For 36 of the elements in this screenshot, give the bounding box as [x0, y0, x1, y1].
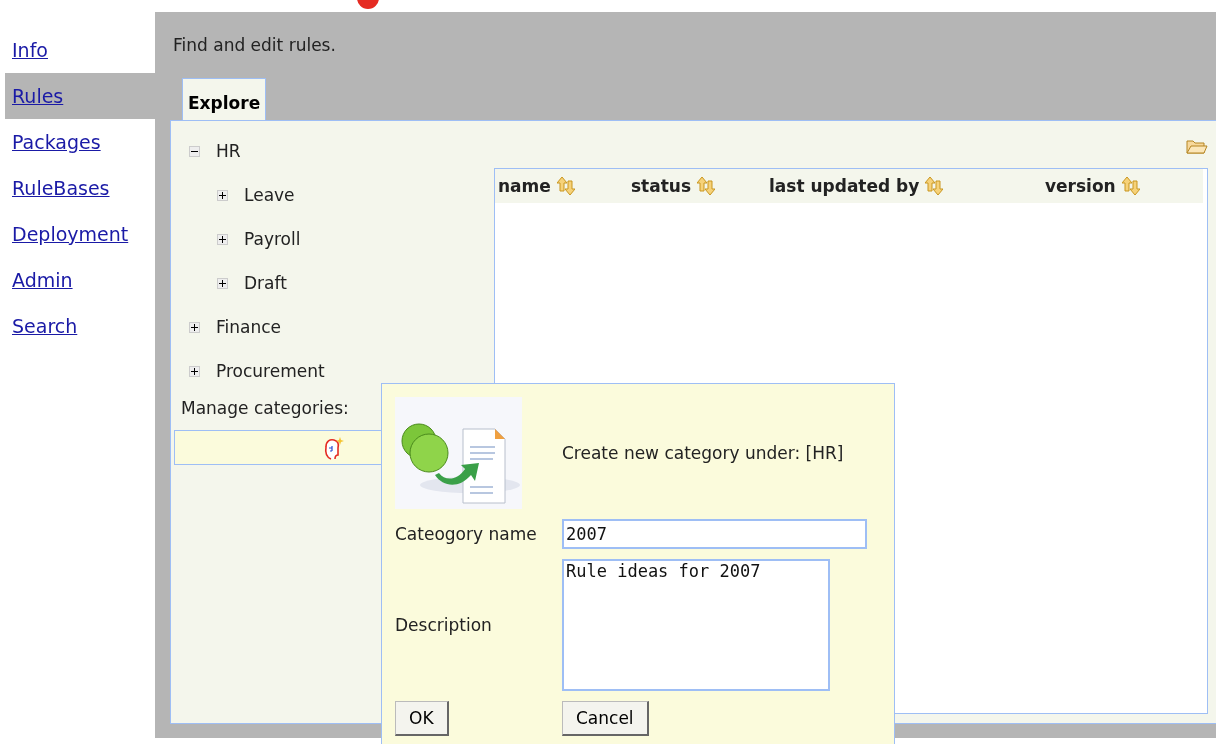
- nav-link[interactable]: RuleBases: [5, 165, 155, 211]
- column-header[interactable]: status: [631, 176, 692, 196]
- nav-link[interactable]: Packages: [5, 119, 155, 165]
- nav-link[interactable]: Rules: [5, 73, 155, 119]
- column-header[interactable]: last updated by: [769, 176, 920, 196]
- expand-icon[interactable]: [217, 277, 228, 289]
- nav-link[interactable]: Search: [5, 303, 155, 349]
- column-header[interactable]: version: [1045, 176, 1116, 196]
- tab[interactable]: Explore: [182, 78, 267, 120]
- dialog-title: Create new category under: [HR]: [562, 443, 845, 463]
- column-header[interactable]: name: [498, 176, 551, 196]
- manage-categories-label: Manage categories:: [181, 398, 349, 418]
- expand-icon[interactable]: [217, 233, 228, 245]
- folder-icon[interactable]: [1186, 138, 1208, 155]
- tree-item[interactable]: Payroll: [244, 229, 301, 249]
- head-star-icon: [323, 435, 345, 460]
- expand-icon[interactable]: [217, 189, 228, 201]
- collapse-icon[interactable]: [189, 145, 200, 157]
- tree-item[interactable]: Draft: [244, 273, 287, 293]
- field-label: Description: [395, 615, 493, 635]
- expand-icon[interactable]: [189, 365, 200, 377]
- expand-icon[interactable]: [189, 321, 200, 333]
- nav-link[interactable]: Admin: [5, 257, 155, 303]
- field-label: Cateogory name: [395, 524, 538, 544]
- category-name-field[interactable]: 2007: [562, 519, 867, 549]
- tree-item[interactable]: Finance: [216, 317, 282, 337]
- tree-item[interactable]: HR: [216, 141, 241, 161]
- nav-link[interactable]: Info: [5, 27, 155, 73]
- ok-button[interactable]: OK: [395, 701, 449, 736]
- tree-item[interactable]: Leave: [244, 185, 295, 205]
- spheres-document-icon: [395, 397, 522, 509]
- cancel-button[interactable]: Cancel: [562, 701, 649, 736]
- description-field[interactable]: Rule ideas for 2007: [562, 559, 830, 691]
- nav-link[interactable]: Deployment: [5, 211, 155, 257]
- page-description: Find and edit rules.: [173, 35, 336, 55]
- tree-item[interactable]: Procurement: [216, 361, 325, 381]
